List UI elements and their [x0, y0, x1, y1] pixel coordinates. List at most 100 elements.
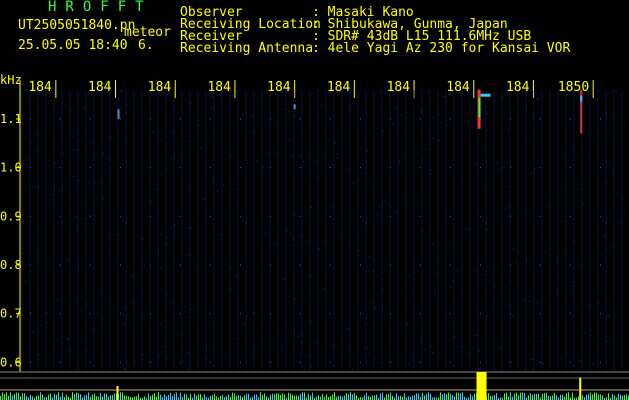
- noise-speckle: [309, 294, 311, 296]
- spectrum-bar: [108, 396, 109, 400]
- noise-speckle: [159, 139, 161, 141]
- noise-speckle: [217, 190, 219, 192]
- noise-speckle: [586, 154, 588, 156]
- spectrum-bar: [16, 392, 17, 400]
- noise-speckle: [229, 207, 231, 209]
- noise-speckle: [306, 355, 308, 357]
- noise-speckle: [368, 256, 370, 258]
- noise-speckle: [556, 261, 558, 263]
- noise-speckle: [438, 139, 440, 141]
- noise-speckle: [160, 267, 161, 269]
- spectrum-peak: [476, 372, 487, 400]
- noise-speckle: [407, 274, 409, 276]
- grid-dot: [240, 264, 241, 266]
- noise-speckle: [63, 152, 65, 154]
- spectrum-bar: [126, 396, 127, 400]
- noise-speckle: [184, 306, 186, 308]
- noise-speckle: [300, 235, 302, 237]
- noise-speckle: [361, 227, 363, 229]
- noise-speckle: [315, 160, 317, 162]
- noise-speckle: [193, 310, 195, 312]
- noise-speckle: [94, 181, 96, 183]
- spectrum-bar: [516, 392, 517, 400]
- noise-speckle: [331, 164, 333, 166]
- noise-speckle: [187, 352, 189, 354]
- spectrum-bar: [172, 396, 173, 400]
- spectrum-bar: [508, 396, 509, 400]
- noise-speckle: [124, 307, 126, 309]
- noise-speckle: [134, 361, 136, 363]
- noise-speckle: [281, 108, 283, 110]
- grid-dot: [120, 167, 121, 169]
- noise-speckle: [165, 339, 167, 341]
- noise-speckle: [378, 362, 380, 364]
- noise-speckle: [144, 264, 145, 266]
- meteor-echo-core: [478, 97, 481, 118]
- spectrum-bar: [8, 395, 9, 400]
- noise-speckle: [74, 369, 76, 371]
- grid-dot: [450, 313, 451, 315]
- spectrum-bar: [590, 392, 591, 400]
- noise-speckle: [311, 366, 312, 368]
- noise-speckle: [160, 233, 162, 235]
- noise-speckle: [317, 205, 319, 207]
- spectrum-bar: [170, 392, 171, 400]
- noise-speckle: [391, 198, 393, 200]
- noise-speckle: [572, 145, 574, 147]
- grid-dot: [300, 215, 301, 217]
- grid-dot: [180, 118, 181, 120]
- noise-speckle: [615, 367, 616, 369]
- noise-speckle: [486, 113, 488, 115]
- noise-speckle: [78, 179, 80, 181]
- spectrum-bar: [374, 395, 375, 400]
- spectrum-bar: [266, 396, 267, 400]
- noise-speckle: [171, 158, 172, 160]
- spectrum-bar: [312, 392, 313, 400]
- noise-speckle: [613, 140, 615, 142]
- spectrum-bar: [80, 394, 81, 400]
- noise-speckle: [422, 335, 424, 337]
- spectrum-bar: [338, 395, 339, 400]
- spectrum-bar: [174, 394, 175, 400]
- noise-speckle: [353, 183, 355, 185]
- spectrum-bar: [602, 395, 603, 400]
- noise-speckle: [37, 230, 39, 232]
- spectrum-bar: [390, 392, 391, 400]
- spectrum-bar: [562, 394, 563, 400]
- grid-dot: [540, 361, 541, 363]
- noise-speckle: [262, 166, 264, 168]
- noise-speckle: [54, 162, 56, 164]
- noise-speckle: [311, 321, 312, 323]
- noise-speckle: [93, 343, 95, 345]
- noise-speckle: [532, 370, 534, 372]
- meteor-echo: [117, 109, 120, 119]
- noise-speckle: [166, 243, 168, 245]
- spectrum-bar: [228, 394, 229, 400]
- noise-speckle: [379, 91, 381, 92]
- noise-speckle: [133, 331, 135, 333]
- spectrum-bar: [194, 393, 195, 400]
- noise-speckle: [74, 189, 76, 191]
- noise-speckle: [256, 160, 258, 162]
- noise-speckle: [336, 157, 338, 159]
- noise-speckle: [155, 188, 157, 190]
- grid-dot: [240, 215, 241, 217]
- noise-speckle: [133, 175, 135, 177]
- noise-speckle: [173, 257, 175, 259]
- noise-speckle: [206, 346, 207, 347]
- noise-speckle: [73, 129, 74, 131]
- noise-speckle: [190, 227, 192, 229]
- noise-speckle: [28, 96, 30, 98]
- noise-speckle: [252, 356, 254, 358]
- spectrum-bar: [460, 393, 461, 400]
- grid-dot: [480, 264, 481, 266]
- noise-speckle: [102, 153, 104, 155]
- spectrum-bar: [200, 394, 201, 400]
- noise-speckle: [69, 95, 71, 97]
- noise-speckle: [562, 279, 564, 281]
- noise-speckle: [80, 309, 82, 311]
- spectrum-bar: [536, 394, 537, 400]
- noise-speckle: [508, 305, 510, 307]
- noise-speckle: [560, 357, 562, 359]
- spectrum-bar: [86, 394, 87, 400]
